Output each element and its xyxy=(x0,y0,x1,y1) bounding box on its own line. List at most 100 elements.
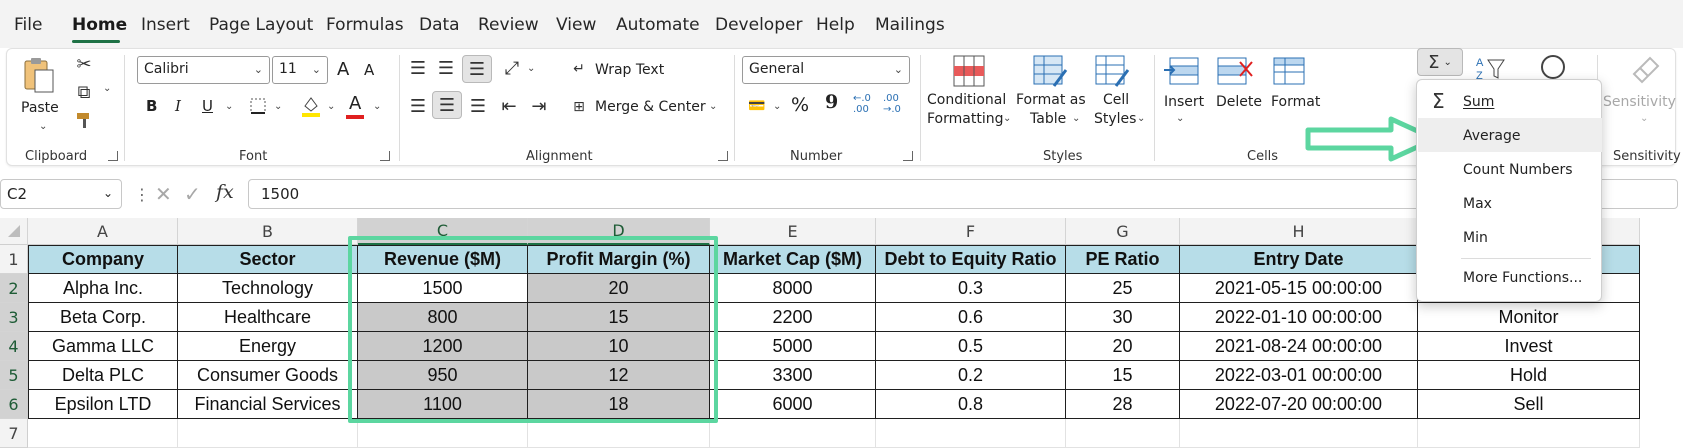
wrap-text-button[interactable]: Wrap Text xyxy=(595,62,664,78)
data-cell[interactable]: 15 xyxy=(1066,361,1180,390)
chevron-down-icon[interactable]: ⌄ xyxy=(103,186,113,200)
percent-style-button[interactable]: % xyxy=(791,94,809,116)
header-cell[interactable]: Market Cap ($M) xyxy=(710,245,876,274)
cell-styles-icon[interactable] xyxy=(1093,53,1131,89)
underline-chevron-icon[interactable]: ⌄ xyxy=(225,101,233,112)
increase-decimal-button[interactable]: ←.0 .00 xyxy=(853,93,871,115)
align-top-icon[interactable]: ☰ xyxy=(406,57,430,79)
insert-cells-label[interactable]: Insert xyxy=(1164,93,1204,112)
empty-cell[interactable] xyxy=(710,419,876,448)
row-header-3[interactable]: 3 xyxy=(0,303,28,332)
empty-cell[interactable] xyxy=(1418,419,1640,448)
merge-chevron-icon[interactable]: ⌄ xyxy=(709,101,717,112)
comma-style-button[interactable]: 9 xyxy=(825,91,838,113)
cell-styles-chevron-icon[interactable]: ⌄ xyxy=(1137,113,1145,124)
insert-cells-icon[interactable] xyxy=(1161,53,1201,89)
format-as-table-label-2[interactable]: Table xyxy=(1030,110,1066,129)
menu-help[interactable]: Help xyxy=(816,15,855,35)
menu-file[interactable]: File xyxy=(14,15,42,35)
data-cell[interactable]: 2022-03-01 00:00:00 xyxy=(1180,361,1418,390)
data-cell[interactable]: 2022-01-10 00:00:00 xyxy=(1180,303,1418,332)
menu-insert[interactable]: Insert xyxy=(141,15,190,35)
data-cell[interactable]: Invest xyxy=(1418,332,1640,361)
data-cell[interactable]: Technology xyxy=(178,274,358,303)
menu-review[interactable]: Review xyxy=(478,15,539,35)
empty-cell[interactable] xyxy=(358,419,528,448)
shrink-font-icon[interactable]: A xyxy=(364,61,374,79)
empty-cell[interactable] xyxy=(28,419,178,448)
autosum-count-numbers-item[interactable]: Count Numbers xyxy=(1418,152,1602,186)
increase-indent-icon[interactable]: ⇥ xyxy=(527,95,551,117)
format-cells-label[interactable]: Format xyxy=(1271,93,1320,112)
data-cell[interactable]: 2021-05-15 00:00:00 xyxy=(1180,274,1418,303)
autosum-max-item[interactable]: Max xyxy=(1418,186,1602,220)
fill-color-chevron-icon[interactable]: ⌄ xyxy=(327,101,335,112)
header-cell[interactable]: PE Ratio xyxy=(1066,245,1180,274)
header-cell[interactable]: Sector xyxy=(178,245,358,274)
row-header-2[interactable]: 2 xyxy=(0,274,28,303)
data-cell[interactable]: Sell xyxy=(1418,390,1640,419)
font-name-combo[interactable]: Calibri ⌄ xyxy=(137,56,270,84)
alignment-launcher-icon[interactable] xyxy=(718,151,728,161)
insert-function-icon[interactable]: fx xyxy=(216,181,234,203)
paste-label[interactable]: Paste xyxy=(21,99,59,118)
paste-icon[interactable] xyxy=(21,55,57,95)
orientation-icon[interactable]: ⤢ xyxy=(500,57,524,79)
row-header-7[interactable]: 7 xyxy=(0,419,28,448)
accounting-chevron-icon[interactable]: ⌄ xyxy=(773,101,781,112)
menu-page-layout[interactable]: Page Layout xyxy=(209,15,313,35)
empty-cell[interactable] xyxy=(876,419,1066,448)
data-cell[interactable]: Gamma LLC xyxy=(28,332,178,361)
cancel-icon[interactable]: ✕ xyxy=(155,182,172,206)
autosum-more-functions-item[interactable]: More Functions... xyxy=(1418,260,1602,294)
data-cell[interactable]: 0.2 xyxy=(876,361,1066,390)
data-cell[interactable]: Hold xyxy=(1418,361,1640,390)
orientation-chevron-icon[interactable]: ⌄ xyxy=(527,63,535,74)
data-cell[interactable]: 8000 xyxy=(710,274,876,303)
autosum-average-item[interactable]: Average xyxy=(1418,118,1602,152)
data-cell[interactable]: Alpha Inc. xyxy=(28,274,178,303)
number-launcher-icon[interactable] xyxy=(903,151,913,161)
data-cell[interactable]: 0.6 xyxy=(876,303,1066,332)
conditional-formatting-icon[interactable] xyxy=(951,53,987,89)
row-header-1[interactable]: 1 xyxy=(0,245,28,274)
autosum-sum-item[interactable]: Σ Sum xyxy=(1418,84,1602,118)
empty-cell[interactable] xyxy=(1066,419,1180,448)
column-header-b[interactable]: B xyxy=(178,218,358,245)
name-box[interactable]: C2 ⌄ xyxy=(0,179,122,209)
conditional-formatting-label[interactable]: Conditional xyxy=(927,91,1006,110)
format-table-chevron-icon[interactable]: ⌄ xyxy=(1072,113,1080,124)
decrease-decimal-button[interactable]: .00 →.0 xyxy=(883,93,901,115)
data-cell[interactable]: Consumer Goods xyxy=(178,361,358,390)
merge-center-button[interactable]: Merge & Center xyxy=(595,99,706,115)
insert-chevron-icon[interactable]: ⌄ xyxy=(1176,113,1184,124)
autosum-min-item[interactable]: Min xyxy=(1418,220,1602,254)
delete-cells-label[interactable]: Delete xyxy=(1216,93,1262,112)
select-all-corner[interactable] xyxy=(0,218,28,245)
number-format-combo[interactable]: General ⌄ xyxy=(742,56,910,84)
decrease-indent-icon[interactable]: ⇤ xyxy=(497,95,521,117)
empty-cell[interactable] xyxy=(1180,419,1418,448)
data-cell[interactable]: 2022-07-20 00:00:00 xyxy=(1180,390,1418,419)
data-cell[interactable]: 2200 xyxy=(710,303,876,332)
autosum-button[interactable]: Σ ⌄ xyxy=(1417,48,1463,76)
column-header-e[interactable]: E xyxy=(710,218,876,245)
menu-data[interactable]: Data xyxy=(419,15,460,35)
merge-center-icon[interactable]: ⊞ xyxy=(569,97,589,117)
column-header-h[interactable]: H xyxy=(1180,218,1418,245)
font-launcher-icon[interactable] xyxy=(380,151,390,161)
row-header-5[interactable]: 5 xyxy=(0,361,28,390)
conditional-chevron-icon[interactable]: ⌄ xyxy=(1003,113,1011,124)
enter-icon[interactable]: ✓ xyxy=(184,182,201,206)
align-middle-icon[interactable]: ☰ xyxy=(434,57,458,79)
format-as-table-icon[interactable] xyxy=(1031,53,1069,89)
data-cell[interactable]: 0.8 xyxy=(876,390,1066,419)
sensitivity-icon[interactable] xyxy=(1629,53,1663,87)
data-cell[interactable]: 5000 xyxy=(710,332,876,361)
font-size-combo[interactable]: 11 ⌄ xyxy=(272,56,328,84)
sensitivity-chevron-icon[interactable]: ⌄ xyxy=(1640,113,1648,124)
font-color-chevron-icon[interactable]: ⌄ xyxy=(373,101,381,112)
delete-cells-icon[interactable] xyxy=(1215,53,1255,89)
align-center-icon[interactable]: ☰ xyxy=(432,91,462,119)
conditional-formatting-label-2[interactable]: Formatting xyxy=(927,110,1003,129)
